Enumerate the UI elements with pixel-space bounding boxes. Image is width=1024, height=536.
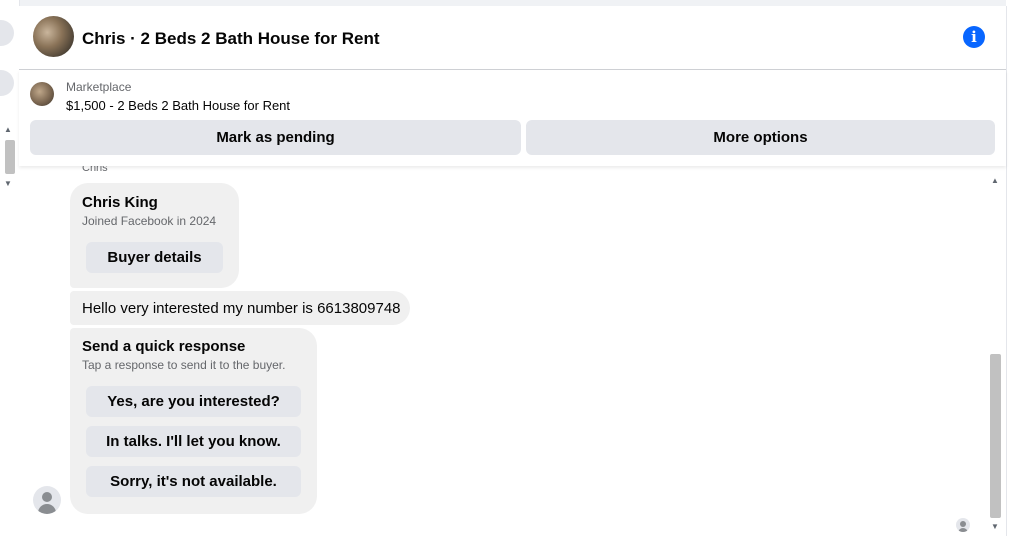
listing-banner: Marketplace $1,500 - 2 Beds 2 Bath House… bbox=[19, 70, 1006, 166]
sidebar-avatar-partial[interactable] bbox=[0, 20, 14, 46]
scroll-down-arrow-icon[interactable]: ▼ bbox=[991, 522, 999, 531]
thread-scrollbar[interactable]: ▲ ▼ bbox=[988, 174, 1002, 536]
sidebar-scrollbar[interactable]: ▲ ▼ bbox=[2, 124, 16, 192]
scroll-thumb[interactable] bbox=[990, 354, 1001, 518]
message-bubble: Hello very interested my number is 66138… bbox=[70, 291, 410, 325]
buyer-details-button[interactable]: Buyer details bbox=[86, 242, 223, 273]
buyer-avatar-icon[interactable] bbox=[33, 486, 61, 514]
sidebar-avatar-partial[interactable] bbox=[0, 70, 14, 96]
message-thread: Chris Chris King Joined Facebook in 2024… bbox=[19, 166, 1006, 536]
scroll-up-arrow-icon[interactable]: ▲ bbox=[991, 176, 999, 185]
listing-category: Marketplace bbox=[66, 80, 132, 94]
conversation-title[interactable]: Chris · 2 Beds 2 Bath House for Rent bbox=[82, 29, 380, 49]
listing-thumbnail[interactable] bbox=[30, 82, 54, 106]
contact-avatar[interactable] bbox=[33, 16, 74, 57]
quick-response-option[interactable]: Yes, are you interested? bbox=[86, 386, 301, 417]
profile-card-bubble: Chris King Joined Facebook in 2024 Buyer… bbox=[70, 183, 239, 288]
seen-receipt-icon bbox=[956, 518, 970, 532]
quick-response-option[interactable]: Sorry, it's not available. bbox=[86, 466, 301, 497]
avatar-head-shape bbox=[960, 521, 966, 527]
quick-response-heading: Send a quick response bbox=[82, 338, 246, 355]
quick-response-subheading: Tap a response to send it to the buyer. bbox=[82, 358, 286, 372]
conversation-header: Chris · 2 Beds 2 Bath House for Rent i bbox=[19, 6, 1006, 70]
scroll-thumb[interactable] bbox=[5, 140, 15, 174]
sender-name: Chris bbox=[82, 166, 108, 174]
buyer-name: Chris King bbox=[82, 194, 158, 211]
more-options-button[interactable]: More options bbox=[526, 120, 995, 155]
info-icon[interactable]: i bbox=[963, 26, 985, 48]
left-sidebar-edge: ▲ ▼ bbox=[0, 0, 20, 536]
quick-response-bubble: Send a quick response Tap a response to … bbox=[70, 328, 317, 514]
message-text: Hello very interested my number is 66138… bbox=[82, 300, 401, 317]
mark-as-pending-button[interactable]: Mark as pending bbox=[30, 120, 521, 155]
scroll-up-arrow-icon[interactable]: ▲ bbox=[4, 126, 12, 134]
listing-price-title[interactable]: $1,500 - 2 Beds 2 Bath House for Rent bbox=[66, 98, 290, 113]
avatar-body-shape bbox=[38, 504, 56, 514]
avatar-body-shape bbox=[958, 528, 968, 532]
avatar-head-shape bbox=[42, 492, 52, 502]
conversation-panel: Chris · 2 Beds 2 Bath House for Rent i M… bbox=[19, 6, 1007, 536]
buyer-joined-date: Joined Facebook in 2024 bbox=[82, 214, 217, 228]
quick-response-option[interactable]: In talks. I'll let you know. bbox=[86, 426, 301, 457]
scroll-down-arrow-icon[interactable]: ▼ bbox=[4, 180, 12, 188]
